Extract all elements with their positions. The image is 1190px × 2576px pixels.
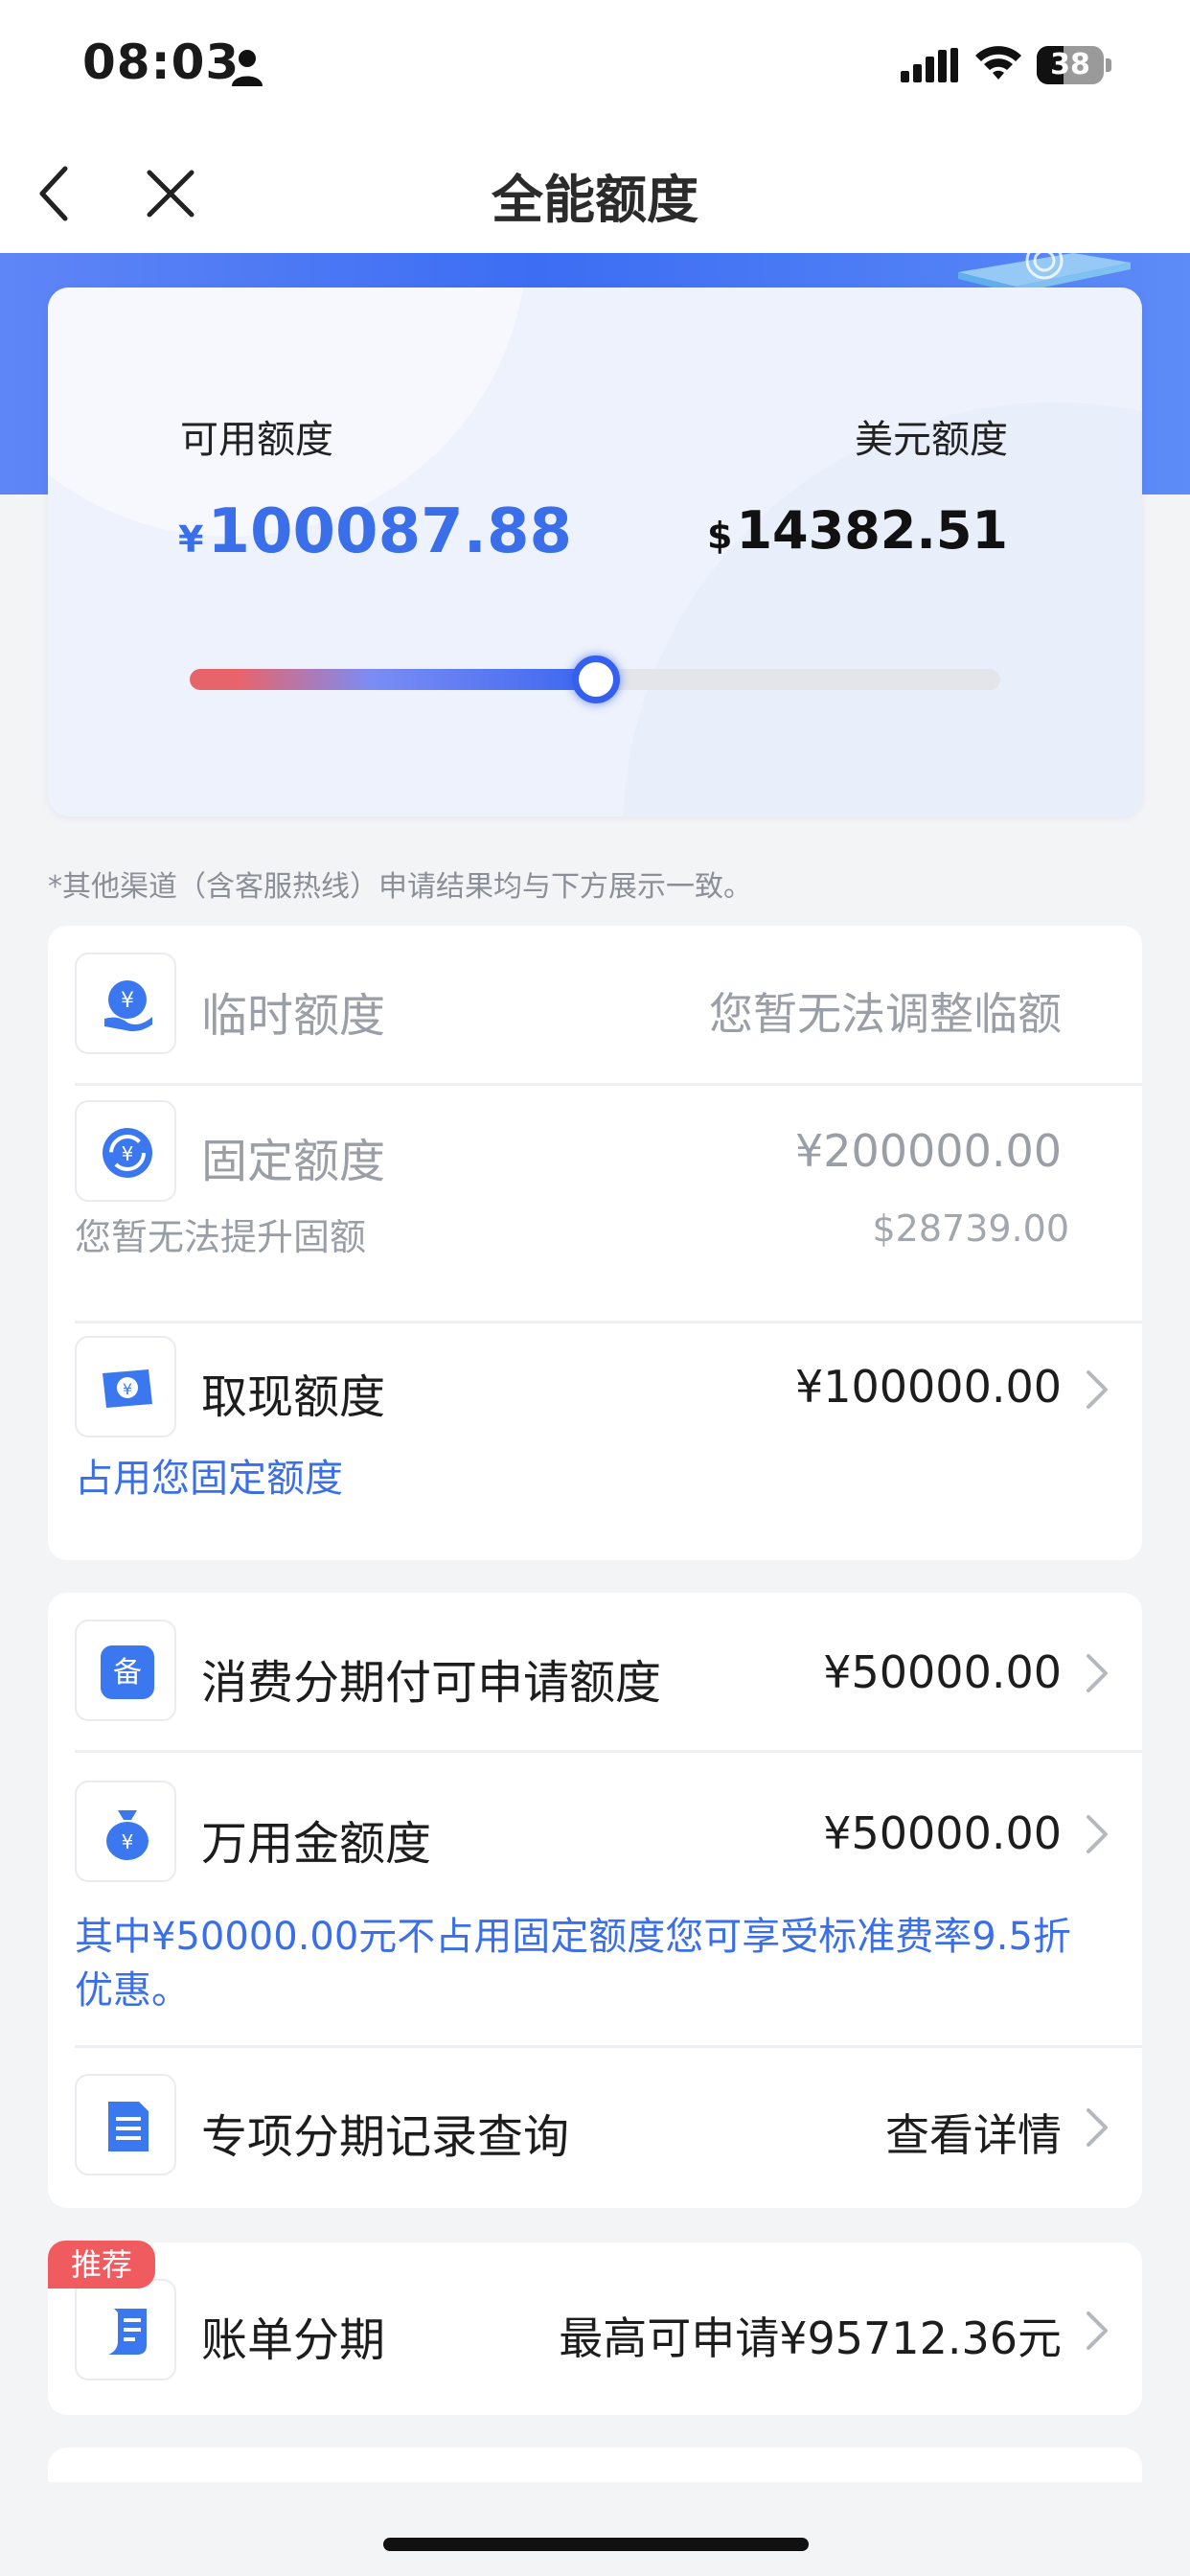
quota-summary-card: 可用额度 美元额度 ¥100087.88 $14382.51 — [48, 288, 1142, 816]
quota-group-2: 备 消费分期付可申请额度 ¥50000.00 ¥ 万用金额度 ¥50000.00… — [48, 1593, 1142, 2208]
chevron-right-icon — [1087, 1815, 1108, 1853]
wanyong-note-line1: 其中¥50000.00元不占用固定额度您可享受标准费率9.5折 — [75, 1915, 1071, 1959]
fixed-quota-usd: $28739.00 — [872, 1208, 1070, 1250]
wanyong-quota-value: ¥50000.00 — [823, 1807, 1062, 1859]
installment-icon-box: 备 — [75, 1620, 176, 1721]
refresh-yuan-icon: ¥ — [103, 1128, 152, 1178]
fixed-quota-icon-box: ¥ — [75, 1100, 176, 1202]
wifi-icon — [975, 46, 1021, 80]
chevron-right-icon — [1087, 1370, 1108, 1409]
chevron-right-icon — [1087, 2108, 1108, 2147]
status-time: 08:03 — [82, 34, 240, 90]
cny-symbol: ¥ — [178, 518, 204, 561]
cellular-signal-icon — [901, 48, 958, 82]
available-quota-label: 可用额度 — [180, 418, 333, 462]
temp-quota-value: 您暂无法调整临额 — [709, 988, 1062, 1040]
fixed-quota-row: ¥ 固定额度 ¥200000.00 您暂无法提升固额 $28739.00 — [48, 1085, 1142, 1288]
recommend-badge: 推荐 — [48, 2241, 155, 2288]
fixed-quota-hint: 您暂无法提升固额 — [75, 1216, 367, 1258]
nav-bar: 全能额度 — [0, 134, 1190, 253]
page-title: 全能额度 — [492, 170, 698, 230]
special-installment-title: 专项分期记录查询 — [201, 2110, 570, 2164]
special-installment-row[interactable]: 专项分期记录查询 查看详情 — [48, 2047, 1142, 2208]
fixed-quota-value: ¥200000.00 — [794, 1125, 1062, 1177]
wanyong-quota-row[interactable]: ¥ 万用金额度 ¥50000.00 其中¥50000.00元不占用固定额度您可享… — [48, 1752, 1142, 2012]
usd-quota-label: 美元额度 — [855, 418, 1008, 462]
quota-usage-thumb — [572, 656, 620, 703]
usd-quota-value: 14382.51 — [736, 500, 1008, 561]
usd-symbol: $ — [707, 515, 733, 557]
quota-group-1: ¥ 临时额度 您暂无法调整临额 ¥ 固定额度 ¥200000.00 您暂无法提升… — [48, 926, 1142, 1560]
temp-quota-row: ¥ 临时额度 您暂无法调整临额 — [48, 926, 1142, 1085]
bill-installment-title: 账单分期 — [201, 2313, 386, 2367]
battery-level: 38 — [1050, 48, 1090, 81]
bill-scroll-icon — [108, 2309, 147, 2355]
bill-installment-value: 最高可申请¥95712.36元 — [559, 2312, 1062, 2364]
status-bar: 08:03 38 — [0, 0, 1190, 134]
quota-usage-fill — [190, 669, 595, 690]
special-icon-box — [75, 2074, 176, 2175]
installment-quota-row[interactable]: 备 消费分期付可申请额度 ¥50000.00 — [48, 1593, 1142, 1752]
available-quota-value: 100087.88 — [207, 496, 573, 567]
cash-quota-title: 取现额度 — [201, 1370, 386, 1424]
svg-text:¥: ¥ — [121, 989, 134, 1013]
fixed-quota-title: 固定额度 — [201, 1135, 386, 1188]
chevron-right-icon — [1087, 1654, 1108, 1692]
chevron-right-icon — [1087, 2312, 1108, 2350]
wanyong-note-line2: 优惠。 — [75, 1968, 190, 2012]
banknote-icon: ¥ — [103, 1369, 152, 1408]
svg-text:备: 备 — [113, 1656, 142, 1690]
person-icon — [232, 50, 263, 86]
wanyong-quota-title: 万用金额度 — [201, 1817, 432, 1871]
installment-quota-value: ¥50000.00 — [823, 1646, 1062, 1698]
money-bag-icon: ¥ — [106, 1810, 149, 1860]
temp-quota-title: 临时额度 — [201, 989, 386, 1043]
bill-installment-row[interactable]: 账单分期 最高可申请¥95712.36元 — [48, 2242, 1142, 2415]
usd-quota-amount: $14382.51 — [707, 500, 1008, 561]
backup-icon: 备 — [101, 1645, 154, 1699]
wanyong-icon-box: ¥ — [75, 1781, 176, 1882]
bill-icon-box — [75, 2279, 176, 2380]
battery-icon: 38 — [1037, 46, 1111, 84]
temp-quota-icon-box: ¥ — [75, 953, 176, 1054]
channel-notice: *其他渠道（含客服热线）申请结果均与下方展示一致。 — [48, 870, 752, 904]
special-installment-link[interactable]: 查看详情 — [885, 2101, 1062, 2164]
document-list-icon — [108, 2102, 149, 2151]
quota-group-3: 账单分期 最高可申请¥95712.36元 — [48, 2242, 1142, 2415]
cash-quota-note: 占用您固定额度 — [75, 1457, 343, 1501]
hand-yuan-icon: ¥ — [104, 980, 152, 1032]
cash-quota-value: ¥100000.00 — [794, 1361, 1062, 1413]
quota-usage-bar — [190, 656, 1000, 703]
cash-quota-row[interactable]: ¥ 取现额度 ¥100000.00 占用您固定额度 — [48, 1322, 1142, 1560]
available-quota-amount: ¥100087.88 — [178, 496, 572, 567]
installment-quota-title: 消费分期付可申请额度 — [201, 1656, 662, 1710]
svg-text:¥: ¥ — [123, 1380, 132, 1398]
home-indicator[interactable] — [383, 2538, 809, 2551]
cash-quota-icon-box: ¥ — [75, 1336, 176, 1438]
svg-text:¥: ¥ — [122, 1830, 134, 1853]
svg-text:¥: ¥ — [122, 1142, 134, 1165]
bottom-safe-area — [0, 2482, 1190, 2576]
